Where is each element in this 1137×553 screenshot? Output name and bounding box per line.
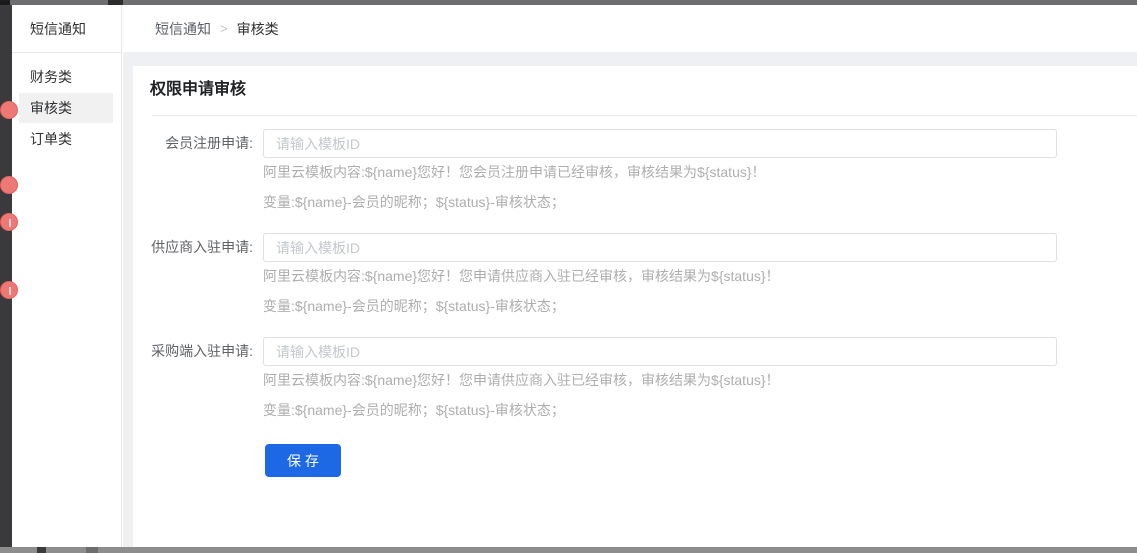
member-register-row: 会员注册申请: [133,129,1137,158]
sidebar: 短信通知 财务类 审核类 订单类 [12,5,122,547]
supplier-entry-template-input[interactable] [263,233,1057,262]
member-register-label: 会员注册申请: [133,129,253,158]
member-register-template-input[interactable] [263,129,1057,158]
badge-count-mark [9,219,11,227]
purchaser-entry-template-desc: 阿里云模板内容:${name}您好！您申请供应商入驻已经审核，审核结果为${st… [263,373,1137,387]
horizontal-scrollbar[interactable] [0,547,1137,553]
collapsed-dock-strip [0,0,12,553]
title-divider [152,115,1137,116]
breadcrumb-item-sms[interactable]: 短信通知 [155,19,211,39]
supplier-entry-template-desc: 阿里云模板内容:${name}您好！您申请供应商入驻已经审核，审核结果为${st… [263,269,1137,283]
supplier-entry-label: 供应商入驻申请: [133,233,253,262]
scrollbar-segment [37,547,46,553]
purchaser-entry-template-input[interactable] [263,337,1057,366]
breadcrumb: 短信通知 > 审核类 [123,5,1137,52]
badge-count-mark [9,287,11,295]
sidebar-title: 短信通知 [12,5,121,53]
notification-badge [0,281,18,299]
sidebar-item-order[interactable]: 订单类 [19,124,113,154]
supplier-entry-row: 供应商入驻申请: [133,233,1137,262]
page-title: 权限申请审核 [150,66,1137,101]
notification-badge [0,101,18,119]
purchaser-entry-variables-desc: 变量:${name}-会员的昵称；${status}-审核状态； [263,403,1137,417]
sidebar-item-review[interactable]: 审核类 [19,93,113,123]
member-register-template-desc: 阿里云模板内容:${name}您好！您会员注册申请已经审核，审核结果为${sta… [263,165,1137,179]
supplier-entry-variables-desc: 变量:${name}-会员的昵称；${status}-审核状态； [263,299,1137,313]
content-card: 权限申请审核 会员注册申请: 阿里云模板内容:${name}您好！您会员注册申请… [133,66,1137,547]
notification-badge [0,176,18,194]
purchaser-entry-label: 采购端入驻申请: [133,337,253,366]
save-button[interactable]: 保 存 [265,444,341,477]
app-window: 短信通知 财务类 审核类 订单类 短信通知 > 审核类 权限申请审核 会员注册申… [0,0,1137,553]
window-top-edge [0,0,1137,5]
sidebar-menu: 财务类 审核类 订单类 [12,62,121,154]
sidebar-item-finance[interactable]: 财务类 [19,62,113,92]
breadcrumb-item-review: 审核类 [237,19,279,39]
chevron-right-icon: > [220,21,228,36]
member-register-variables-desc: 变量:${name}-会员的昵称；${status}-审核状态； [263,195,1137,209]
notification-badge [0,213,18,231]
window-top-edge-segment [108,0,123,5]
purchaser-entry-row: 采购端入驻申请: [133,337,1137,366]
main-area: 短信通知 > 审核类 权限申请审核 会员注册申请: 阿里云模板内容:${name… [123,5,1137,547]
window-top-edge-segment [0,0,10,5]
scrollbar-segment [86,547,98,553]
